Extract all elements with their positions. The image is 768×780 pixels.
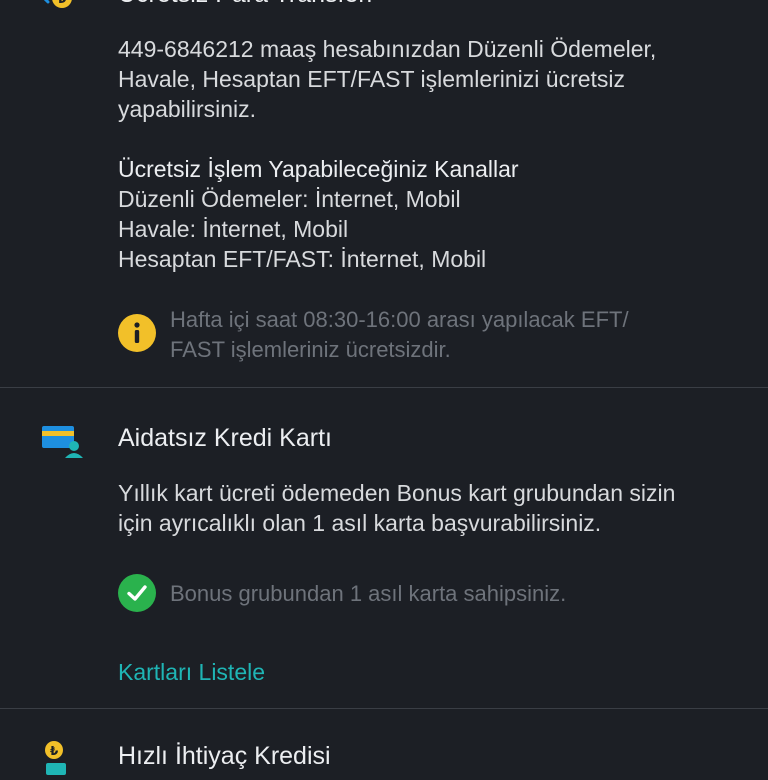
loan-money-icon: ₺ [40, 739, 84, 780]
quick-loan-title: Hızlı İhtiyaç Kredisi [118, 742, 331, 770]
money-transfer-icon: ₺ [40, 0, 88, 21]
channel-item: Hesaptan EFT/FAST: İnternet, Mobil [118, 246, 487, 272]
fee-free-card-description: Yıllık kart ücreti ödemeden Bonus kart g… [118, 478, 758, 538]
description-line: 449-6846212 maaş hesabınızdan Düzenli Öd… [118, 36, 657, 62]
description-line: Yıllık kart ücreti ödemeden Bonus kart g… [118, 480, 676, 506]
free-transfer-description: 449-6846212 maaş hesabınızdan Düzenli Öd… [118, 34, 738, 124]
svg-text:₺: ₺ [50, 744, 59, 758]
fee-free-card-section: Aidatsız Kredi Kartı Yıllık kart ücreti … [0, 388, 768, 708]
description-line: Havale, Hesaptan EFT/FAST işlemlerinizi … [118, 66, 626, 92]
info-icon [118, 314, 156, 352]
credit-card-user-icon [40, 424, 84, 465]
description-line: için ayrıcalıklı olan 1 asıl karta başvu… [118, 510, 602, 536]
quick-loan-section: ₺ Hızlı İhtiyaç Kredisi [0, 709, 768, 775]
svg-text:₺: ₺ [57, 0, 66, 7]
free-transfer-section: ₺ Ücretsiz Para Transferi 449-6846212 ma… [0, 0, 768, 388]
free-channels-block: Ücretsiz İşlem Yapabileceğiniz Kanallar … [118, 154, 738, 274]
channel-item: Düzenli Ödemeler: İnternet, Mobil [118, 186, 461, 212]
free-transfer-title: Ücretsiz Para Transferi [118, 0, 372, 9]
info-line: FAST işlemleriniz ücretsizdir. [170, 337, 451, 362]
free-transfer-info: Hafta içi saat 08:30-16:00 arası yapılac… [170, 305, 730, 365]
channel-item: Havale: İnternet, Mobil [118, 216, 349, 242]
card-status-text: Bonus grubundan 1 asıl karta sahipsiniz. [170, 581, 567, 606]
list-cards-link[interactable]: Kartları Listele [118, 659, 265, 686]
info-line: Hafta içi saat 08:30-16:00 arası yapılac… [170, 307, 629, 332]
description-line: yapabilirsiniz. [118, 96, 257, 122]
free-channels-title: Ücretsiz İşlem Yapabileceğiniz Kanallar [118, 156, 519, 182]
fee-free-card-title: Aidatsız Kredi Kartı [118, 424, 332, 452]
check-icon [118, 574, 156, 612]
